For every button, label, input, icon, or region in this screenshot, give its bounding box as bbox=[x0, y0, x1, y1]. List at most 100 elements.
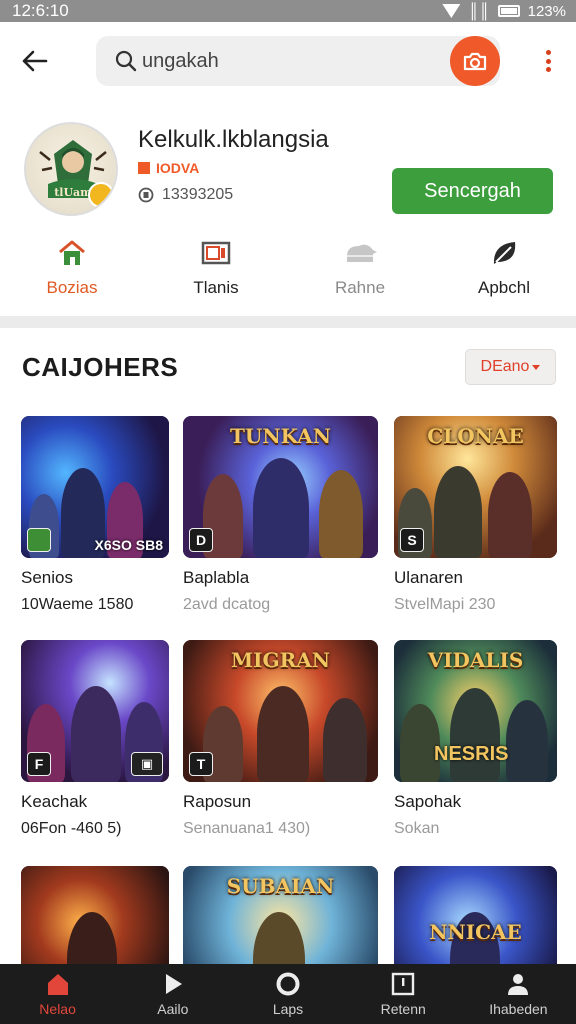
tab-about[interactable]: Apbchl bbox=[432, 232, 576, 308]
subscribe-button[interactable]: Sencergah bbox=[392, 168, 553, 214]
more-options-button[interactable] bbox=[538, 46, 558, 76]
video-title: Senios bbox=[21, 568, 73, 587]
hero-figure bbox=[71, 686, 121, 782]
tag-label: IODVA bbox=[156, 160, 200, 176]
thumbnail-caption: X6SO SB8 bbox=[94, 537, 163, 553]
nav-label: Aailo bbox=[157, 1001, 189, 1017]
video-thumbnail[interactable]: MIGRAN T bbox=[183, 640, 378, 782]
video-thumbnail[interactable]: VIDALIS NESRIS bbox=[394, 640, 557, 782]
nav-profile[interactable]: Ihabeden bbox=[461, 964, 576, 1024]
video-card[interactable]: X6SO SB8 Senios 10Waeme 1580 bbox=[21, 416, 169, 614]
video-thumbnail[interactable]: X6SO SB8 bbox=[21, 416, 169, 558]
status-time: 12:6:10 bbox=[12, 1, 69, 20]
video-thumbnail[interactable]: F ▣ bbox=[21, 640, 169, 782]
tab-label: Tlanis bbox=[193, 278, 239, 297]
hero-figure bbox=[319, 470, 363, 558]
hero-figure bbox=[488, 472, 532, 558]
camera-search-button[interactable] bbox=[450, 36, 500, 86]
thumbnail-title: SUBAIAN bbox=[226, 874, 335, 898]
search-icon bbox=[115, 50, 137, 72]
hero-figure bbox=[434, 466, 482, 558]
dot-icon bbox=[545, 50, 551, 55]
video-meta: 2avd dcatog bbox=[183, 596, 271, 613]
nav-home[interactable]: Nelao bbox=[0, 964, 115, 1024]
video-icon bbox=[201, 241, 231, 265]
thumbnail-title: CLONAE bbox=[427, 424, 524, 448]
bottom-navigation: Nelao Aailo Laps Retenn Ihabeden bbox=[0, 964, 576, 1024]
verified-badge-icon bbox=[88, 182, 114, 208]
video-meta: Senanuana1 430) bbox=[183, 820, 311, 837]
hero-figure bbox=[506, 700, 548, 782]
video-card[interactable]: F ▣ Keachak 06Fon -460 5) bbox=[21, 640, 169, 838]
tab-videos[interactable]: Tlanis bbox=[144, 232, 288, 308]
camera-icon bbox=[463, 52, 487, 71]
video-card[interactable]: MIGRAN T Raposun Senanuana1 430) bbox=[183, 640, 378, 838]
circle-icon bbox=[276, 972, 300, 996]
video-meta: Sokan bbox=[394, 820, 440, 837]
status-bar: 12:6:10 ║║ 123% bbox=[0, 0, 576, 22]
nav-laps[interactable]: Laps bbox=[230, 964, 345, 1024]
channel-logo-icon: S bbox=[400, 528, 424, 552]
avatar[interactable]: tlUam bbox=[24, 122, 118, 216]
thumbnail-title: NNICAE bbox=[429, 920, 522, 944]
video-title: Sapohak bbox=[394, 792, 462, 811]
thumbnail-title: VIDALIS bbox=[427, 648, 524, 672]
tab-label: Bozias bbox=[46, 278, 98, 297]
section-header: CAIJOHERS DEano bbox=[0, 328, 576, 408]
user-icon bbox=[508, 974, 529, 995]
tab-rahne[interactable]: Rahne bbox=[288, 232, 432, 308]
tab-label: Rahne bbox=[334, 278, 386, 297]
tab-label: Apbchl bbox=[478, 278, 530, 297]
dot-icon bbox=[545, 58, 551, 64]
followers-icon bbox=[138, 187, 154, 203]
sort-dropdown[interactable]: DEano bbox=[465, 349, 556, 385]
video-thumbnail[interactable]: TUNKAN D bbox=[183, 416, 378, 558]
thumbnail-caption: NESRIS bbox=[434, 743, 509, 765]
follower-count: 13393205 bbox=[162, 186, 234, 203]
channel-logo-icon bbox=[27, 528, 51, 552]
video-title: Raposun bbox=[183, 792, 252, 811]
hero-figure bbox=[450, 688, 500, 782]
video-title: Baplabla bbox=[183, 568, 250, 587]
badge-icon: ▣ bbox=[131, 752, 163, 776]
dot-icon bbox=[545, 67, 551, 72]
thumbnail-title: TUNKAN bbox=[230, 424, 331, 448]
play-icon bbox=[165, 974, 182, 994]
svg-text:tlUam: tlUam bbox=[54, 186, 92, 199]
tab-home[interactable]: Bozias bbox=[0, 232, 144, 308]
nav-label: Ihabeden bbox=[489, 1001, 548, 1017]
back-button[interactable] bbox=[18, 44, 52, 78]
section-title: CAIJOHERS bbox=[22, 352, 179, 382]
hero-figure bbox=[323, 698, 367, 782]
battery-percent: 123% bbox=[527, 2, 566, 20]
thumbnail-title: MIGRAN bbox=[231, 648, 330, 672]
video-card[interactable]: TUNKAN D Baplabla 2avd dcatog bbox=[183, 416, 378, 614]
video-title: Ulanaren bbox=[394, 568, 463, 587]
nav-retenn[interactable]: Retenn bbox=[346, 964, 461, 1024]
channel-tag: IODVA bbox=[138, 160, 199, 176]
video-title: Keachak bbox=[21, 792, 88, 811]
status-icons: ║║ 123% bbox=[442, 3, 566, 20]
battery-icon bbox=[497, 5, 520, 17]
leaf-icon bbox=[493, 242, 516, 264]
video-thumbnail[interactable]: CLONAE S bbox=[394, 416, 557, 558]
video-card[interactable]: CLONAE S Ulanaren StvelMapi 230 bbox=[394, 416, 557, 614]
nav-label: Laps bbox=[272, 1001, 304, 1017]
nav-label: Retenn bbox=[380, 1001, 426, 1017]
channel-logo-icon: D bbox=[189, 528, 213, 552]
wifi-icon bbox=[442, 4, 461, 18]
nav-play[interactable]: Aailo bbox=[115, 964, 230, 1024]
video-meta: 06Fon -460 5) bbox=[21, 820, 122, 837]
follower-row: 13393205 bbox=[138, 186, 233, 204]
video-card[interactable]: VIDALIS NESRIS Sapohak Sokan bbox=[394, 640, 557, 838]
back-arrow-icon bbox=[22, 50, 48, 72]
channel-name: Kelkulk.lkblangsia bbox=[138, 126, 329, 153]
tag-square-icon bbox=[138, 162, 150, 174]
section-divider bbox=[0, 316, 576, 328]
search-input[interactable] bbox=[142, 49, 442, 73]
nav-label: Nelao bbox=[39, 1001, 76, 1017]
search-bar[interactable] bbox=[96, 36, 500, 86]
home-icon bbox=[59, 240, 85, 265]
sort-label: DEano bbox=[480, 358, 530, 375]
video-meta: StvelMapi 230 bbox=[394, 596, 496, 613]
